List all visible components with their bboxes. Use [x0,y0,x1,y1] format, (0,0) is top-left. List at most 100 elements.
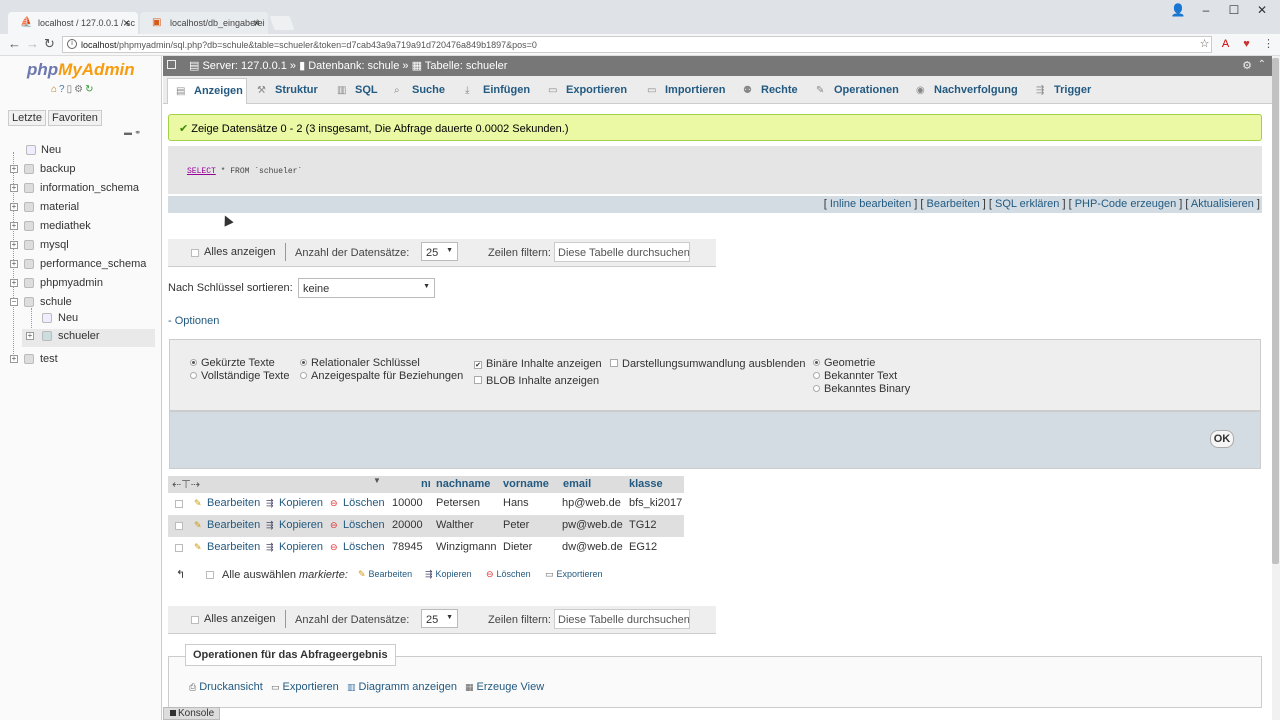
select-all-label[interactable]: Alle auswählen [222,569,296,581]
export-link[interactable]: ▭ Exportieren [271,681,339,693]
column-header-klasse[interactable]: klasse [626,476,684,493]
cell-nachname[interactable]: Petersen [436,497,480,509]
ok-button[interactable]: OK [1210,430,1234,448]
expand-icon[interactable]: + [10,222,18,230]
cell-nr[interactable]: 10000 [392,497,423,509]
tree-item-new[interactable]: Neu [14,143,154,161]
row-edit-button[interactable]: ✎ Bearbeiten [194,497,260,509]
breadcrumb-server[interactable]: Server: 127.0.0.1 [202,60,286,72]
cell-email[interactable]: pw@web.de [562,519,623,531]
cell-nr[interactable]: 20000 [392,519,423,531]
expand-icon[interactable]: + [10,184,18,192]
reload-nav-icon[interactable]: ↻ [85,84,95,95]
checkbox[interactable] [610,359,618,367]
option-display-column[interactable]: Anzeigespalte für Beziehungen [300,370,463,382]
radio-button[interactable] [300,372,307,379]
expand-icon[interactable]: + [10,203,18,211]
browser-tab-db-eingabe[interactable]: ▣ localhost/db_eingabe/ei × [140,12,268,34]
num-rows-select[interactable]: 25 ▼ [421,609,458,628]
radio-button[interactable] [190,359,197,366]
checkbox[interactable] [474,376,482,384]
info-icon[interactable]: i [67,39,77,49]
tab-export[interactable]: ▭ Exportieren [548,78,627,104]
row-checkbox[interactable] [175,544,183,552]
edit-query-link[interactable]: Bearbeiten [927,198,980,210]
cell-nachname[interactable]: Walther [436,519,474,531]
console-toggle[interactable]: Konsole [163,707,220,720]
collapse-top-icon[interactable]: ⌃ [1258,59,1266,70]
column-header-vorname[interactable]: vorname [500,476,560,493]
column-header-email[interactable]: email [560,476,626,493]
cell-vorname[interactable]: Peter [503,519,529,531]
row-edit-button[interactable]: ✎ Bearbeiten [194,519,260,531]
select-all-checkbox[interactable] [206,571,214,579]
option-geometry[interactable]: Geometrie [813,357,875,369]
tab-structure[interactable]: ⚒ Struktur [257,78,318,104]
tab-triggers[interactable]: ⇶ Trigger [1036,78,1091,104]
tree-item-mediathek[interactable]: + mediathek [10,219,155,237]
browser-tab-phpmyadmin[interactable]: ⛵ localhost / 127.0.0.1 / sc × [8,12,138,34]
cell-nachname[interactable]: Winzigmann [436,541,497,553]
tab-browse[interactable]: ▤ Anzeigen [167,78,247,104]
close-icon[interactable]: × [123,16,130,30]
filter-rows-input[interactable]: Diese Tabelle durchsuchen [554,609,690,629]
favorites-tab[interactable]: Favoriten [47,110,102,126]
cell-klasse[interactable]: TG12 [629,519,657,531]
tree-item-performance-schema[interactable]: + performance_schema [10,257,155,275]
row-delete-button[interactable]: ⊖ Löschen [330,497,385,509]
radio-button[interactable] [813,359,820,366]
tree-item-test[interactable]: + test [10,352,155,370]
row-copy-button[interactable]: ⇶ Kopieren [266,519,323,531]
expand-icon[interactable]: + [10,165,18,173]
column-resize-icon[interactable]: ⇠⊤⇢ [172,479,200,491]
display-chart-link[interactable]: ▥ Diagramm anzeigen [347,681,457,693]
option-full-texts[interactable]: Vollständige Texte [190,370,289,382]
collapse-panel-icon[interactable] [167,60,176,69]
tree-item-phpmyadmin[interactable]: + phpmyadmin [10,276,155,294]
option-show-blob[interactable]: BLOB Inhalte anzeigen [474,375,599,387]
print-view-link[interactable]: ⎙ Druckansicht [189,681,263,693]
sort-by-key-select[interactable]: keine ▼ [298,278,435,298]
show-all-checkbox[interactable] [191,616,199,624]
row-copy-button[interactable]: ⇶ Kopieren [266,541,323,553]
tab-import[interactable]: ▭ Importieren [647,78,726,104]
explain-sql-link[interactable]: SQL erklären [995,198,1059,210]
sql-query-box[interactable]: SELECT * FROM `schueler` [168,146,1262,194]
star-icon[interactable]: ☆ [1198,38,1211,51]
cell-klasse[interactable]: EG12 [629,541,657,553]
forward-icon[interactable]: → [26,36,39,51]
tree-item-backup[interactable]: + backup [10,162,155,180]
cell-email[interactable]: dw@web.de [562,541,623,553]
radio-button[interactable] [813,385,820,392]
phpmyadmin-logo[interactable]: phpMyAdmin [27,60,135,80]
tab-privileges[interactable]: ⚉ Rechte [743,78,798,104]
radio-button[interactable] [190,372,197,379]
sort-dropdown-icon[interactable]: ▼ [373,476,381,485]
maximize-icon[interactable]: ☐ [1220,2,1248,20]
create-php-code-link[interactable]: PHP-Code erzeugen [1075,198,1177,210]
option-wkb[interactable]: Bekanntes Binary [813,383,910,395]
tab-insert[interactable]: ⤓ Einfügen [465,78,530,104]
row-copy-button[interactable]: ⇶ Kopieren [266,497,323,509]
row-delete-button[interactable]: ⊖ Löschen [330,519,385,531]
row-delete-button[interactable]: ⊖ Löschen [330,541,385,553]
create-view-link[interactable]: ▦ Erzeuge View [465,681,544,693]
cell-klasse[interactable]: bfs_ki2017 [629,497,682,509]
breadcrumb-table[interactable]: Tabelle: schueler [425,60,508,72]
scrollbar-thumb[interactable] [1272,58,1279,564]
bulk-export-button[interactable]: ▭ Exportieren [545,569,603,580]
pdf-extension-icon[interactable]: A [1219,38,1232,51]
cell-nr[interactable]: 78945 [392,541,423,553]
row-checkbox[interactable] [175,500,183,508]
address-bar[interactable]: i localhost/phpmyadmin/sql.php?db=schule… [62,36,1212,53]
checkbox-checked[interactable]: ✔ [474,361,482,369]
filter-rows-input[interactable]: Diese Tabelle durchsuchen [554,242,690,262]
expand-icon[interactable]: + [10,355,18,363]
pocket-extension-icon[interactable]: ♥ [1240,38,1253,51]
tab-sql[interactable]: ▥ SQL [337,78,378,104]
bulk-copy-button[interactable]: ⇶ Kopieren [425,569,472,580]
tree-item-material[interactable]: + material [10,200,155,218]
profile-icon[interactable]: 👤 [1164,2,1192,20]
column-header-nachname[interactable]: nachname [432,476,500,493]
num-rows-select[interactable]: 25 ▼ [421,242,458,261]
